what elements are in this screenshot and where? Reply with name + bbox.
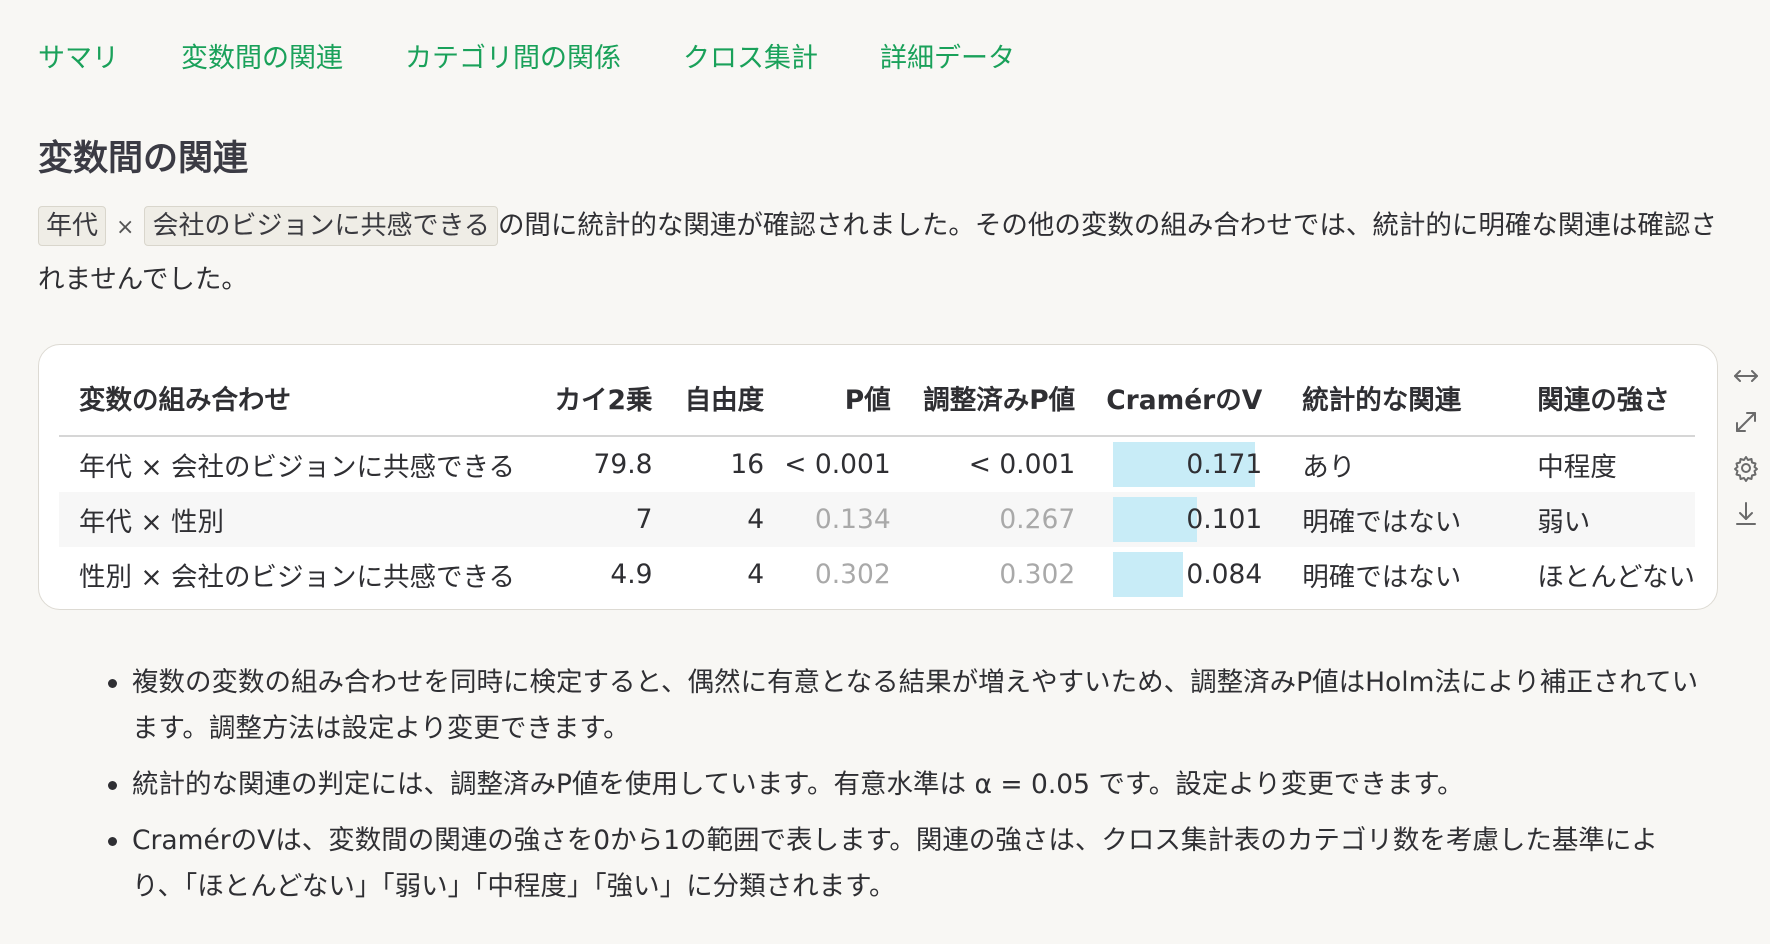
cell-cramers-v: 0.101	[1075, 492, 1265, 547]
times-symbol: ×	[116, 215, 135, 240]
cramers-v-value: 0.084	[1186, 559, 1263, 590]
settings-gear-icon[interactable]	[1730, 452, 1762, 484]
tab-detail-data[interactable]: 詳細データ	[880, 36, 1015, 75]
cell-adjusted-p: < 0.001	[968, 449, 1076, 480]
cell-strength: 弱い	[1497, 492, 1695, 547]
header-significance[interactable]: 統計的な関連	[1264, 345, 1498, 437]
cell-chi2: 4.9	[610, 559, 653, 590]
cell-pair: 性別 × 会社のビジョンに共感できる	[79, 562, 516, 593]
download-icon[interactable]	[1730, 498, 1762, 530]
cell-cramers-v: 0.171	[1075, 436, 1264, 492]
note-cramers-v: CramérのVは、変数間の関連の強さを0から1の範囲で表します。関連の強さは、…	[98, 818, 1708, 910]
cramers-v-bar	[1113, 552, 1183, 597]
tab-summary[interactable]: サマリ	[38, 36, 119, 75]
cell-strength: ほとんどない	[1537, 562, 1695, 593]
variable-chip-vision: 会社のビジョンに共感できる	[144, 206, 498, 246]
note-holm-adjustment: 複数の変数の組み合わせを同時に検定すると、偶然に有意となる結果が増えやすいため、…	[98, 660, 1708, 752]
header-strength[interactable]: 関連の強さ	[1497, 345, 1695, 437]
variable-chip-age: 年代	[38, 206, 107, 246]
tab-variable-association[interactable]: 変数間の関連	[181, 36, 343, 75]
table-scroll-area[interactable]: 変数の組み合わせ カイ2乗 自由度 P値 調整済みP値 CramérのV 統計的…	[59, 345, 1695, 609]
header-chi2[interactable]: カイ2乗	[546, 345, 653, 437]
cell-adjusted-p: 0.267	[890, 492, 1076, 547]
cell-adjusted-p: 0.302	[999, 559, 1076, 590]
cell-pair: 年代 × 性別	[59, 492, 547, 547]
cell-p-value: 0.302	[814, 559, 891, 590]
cell-strength: 中程度	[1537, 452, 1617, 483]
association-table-card: 変数の組み合わせ カイ2乗 自由度 P値 調整済みP値 CramérのV 統計的…	[38, 344, 1718, 610]
cell-significance: 明確ではない	[1302, 562, 1462, 593]
tab-crosstab[interactable]: クロス集計	[683, 36, 818, 75]
header-p-value[interactable]: P値	[764, 345, 891, 437]
table-row: 年代 × 会社のビジョンに共感できる 79.8 16 < 0.001 < 0.0…	[59, 436, 1695, 492]
expand-width-icon[interactable]	[1730, 360, 1762, 392]
cell-chi2: 79.8	[593, 449, 653, 480]
header-pair[interactable]: 変数の組み合わせ	[59, 345, 547, 437]
tab-category-relations[interactable]: カテゴリ間の関係	[405, 36, 621, 75]
cramers-v-value: 0.171	[1186, 449, 1263, 480]
association-table: 変数の組み合わせ カイ2乗 自由度 P値 調整済みP値 CramérのV 統計的…	[59, 345, 1695, 602]
fullscreen-icon[interactable]	[1730, 406, 1762, 438]
header-cramers-v[interactable]: CramérのV	[1075, 345, 1265, 437]
cramers-v-value: 0.101	[1186, 504, 1263, 535]
page: サマリ 変数間の関連 カテゴリ間の関係 クロス集計 詳細データ 変数間の関連 年…	[0, 0, 1770, 944]
cell-df: 4	[747, 559, 765, 590]
cell-pair: 年代 × 会社のビジョンに共感できる	[79, 452, 516, 483]
summary-text: 年代 × 会社のビジョンに共感できる の間に統計的な関連が確認されました。その他の変数…	[38, 200, 1718, 306]
cell-cramers-v: 0.084	[1075, 547, 1264, 602]
cell-p-value: < 0.001	[784, 449, 891, 480]
cell-significance: あり	[1302, 452, 1356, 483]
cell-chi2: 7	[546, 492, 653, 547]
note-significance-level: 統計的な関連の判定には、調整済みP値を使用しています。有意水準は α = 0.0…	[98, 762, 1708, 808]
tab-bar: サマリ 変数間の関連 カテゴリ間の関係 クロス集計 詳細データ	[38, 36, 1077, 75]
cell-significance: 明確ではない	[1264, 492, 1498, 547]
cell-df: 16	[730, 449, 765, 480]
section-title: 変数間の関連	[38, 139, 249, 179]
cell-df: 4	[652, 492, 765, 547]
notes-list: 複数の変数の組み合わせを同時に検定すると、偶然に有意となる結果が増えやすいため、…	[98, 660, 1708, 920]
table-header-row: 変数の組み合わせ カイ2乗 自由度 P値 調整済みP値 CramérのV 統計的…	[59, 345, 1695, 437]
table-toolbar	[1730, 360, 1762, 544]
header-adjusted-p[interactable]: 調整済みP値	[890, 345, 1076, 437]
cell-p-value: 0.134	[764, 492, 891, 547]
table-row: 性別 × 会社のビジョンに共感できる 4.9 4 0.302 0.302 0.0…	[59, 547, 1695, 602]
cramers-v-bar	[1113, 497, 1198, 542]
header-df[interactable]: 自由度	[652, 345, 765, 437]
table-row: 年代 × 性別 7 4 0.134 0.267 0.101 明確ではない 弱い	[59, 492, 1695, 547]
